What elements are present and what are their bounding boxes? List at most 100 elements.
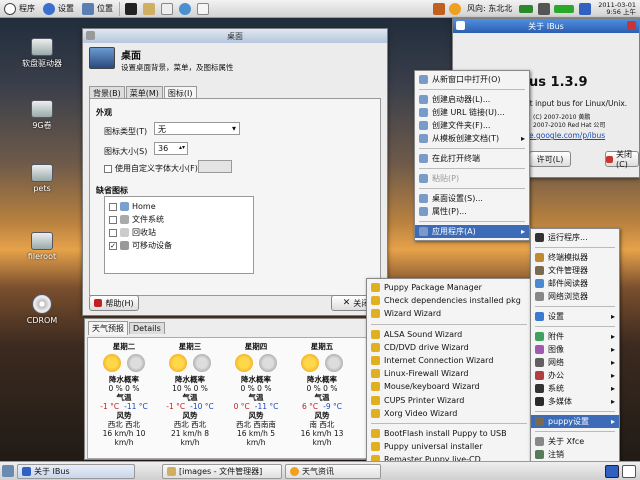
menu-item[interactable]: Check dependencies installed pkg: [367, 294, 531, 307]
tab-details[interactable]: Details: [129, 322, 165, 334]
home-icon[interactable]: [143, 2, 155, 15]
menu-item[interactable]: 从模板创建文档(T) ▸: [415, 132, 529, 145]
list-item[interactable]: 回收站: [109, 226, 249, 239]
desktop-icon-cdrom[interactable]: CDROM: [10, 294, 74, 325]
menu-item[interactable]: 附件 ▸: [531, 330, 619, 343]
volume-icon[interactable]: [538, 2, 551, 15]
home-icon: [120, 202, 129, 211]
tray-icon[interactable]: [432, 2, 445, 15]
menu-item[interactable]: 创建文件夹(F)...: [415, 119, 529, 132]
menu-separator: [535, 247, 615, 248]
menu-item[interactable]: 图像 ▸: [531, 343, 619, 356]
menu-item[interactable]: 终端模拟器: [531, 251, 619, 264]
desktop-icon-pets[interactable]: pets: [10, 164, 74, 193]
menu-item[interactable]: 在此打开终端: [415, 152, 529, 165]
menu-item[interactable]: 设置 ▸: [531, 310, 619, 323]
menu-item[interactable]: Wizard Wizard: [367, 307, 531, 320]
wind-direction-text: 风向: 东北北: [466, 4, 513, 13]
menu-item[interactable]: 网络浏览器: [531, 290, 619, 303]
temp-values: -1 °C -10 °C: [162, 402, 218, 411]
ibus-version: us 1.3.9: [529, 75, 588, 90]
menu-item[interactable]: ALSA Sound Wizard: [367, 328, 531, 341]
menu-item[interactable]: CD/DVD drive Wizard: [367, 341, 531, 354]
terminal-icon[interactable]: [125, 2, 137, 15]
menu-item[interactable]: BootFlash install Puppy to USB: [367, 427, 531, 440]
menu-item[interactable]: 多媒体 ▸: [531, 395, 619, 408]
desktop-settings-window: 桌面 桌面 设置桌面背景，菜单，及图标属性 背景(B) 菜单(M) 图标(I) 外观…: [82, 28, 388, 316]
workspace-2-icon[interactable]: [622, 464, 636, 478]
wind-label: 风势: [182, 411, 198, 420]
menu-item-label: 在此打开终端: [432, 154, 480, 163]
menu-item[interactable]: puppy设置 ▸: [531, 415, 619, 428]
close-icon[interactable]: [627, 21, 636, 30]
clock[interactable]: 2011-03-01 9:56 上午: [598, 1, 636, 16]
menu-item[interactable]: 注销: [531, 448, 619, 461]
font-size-spinner: [198, 160, 232, 173]
menu-item[interactable]: Linux-Firewall Wizard: [367, 367, 531, 380]
menu-item[interactable]: Puppy universal installer: [367, 440, 531, 453]
help-button[interactable]: 帮助(H): [89, 295, 139, 311]
menu-item-icon: [535, 397, 544, 406]
menu-item[interactable]: 应用程序(A) ▸: [415, 225, 529, 238]
window-menu-icon[interactable]: [86, 31, 95, 40]
taskbar-item-weather[interactable]: 天气资讯: [285, 463, 381, 479]
programs-menu-button[interactable]: 程序: [0, 0, 39, 18]
chevron-down-icon: ▾: [231, 124, 236, 133]
menu-item[interactable]: CUPS Printer Wizard: [367, 394, 531, 407]
list-item[interactable]: 文件系统: [109, 213, 249, 226]
drive-icon: [120, 215, 129, 224]
icon-type-select[interactable]: 无 ▾: [154, 122, 240, 135]
list-item[interactable]: Home: [109, 200, 249, 213]
settings-menu-button[interactable]: 设置: [39, 0, 78, 18]
desktop-icon-floppy[interactable]: 软盘驱动器: [10, 38, 74, 69]
list-item[interactable]: ✓ 可移动设备: [109, 239, 249, 252]
wind-speed: 16 km/h 10 km/h: [102, 429, 146, 447]
workspace-1-icon[interactable]: [605, 464, 619, 478]
menu-item-label: Wizard Wizard: [384, 309, 442, 319]
taskbar-item-ibus[interactable]: 关于 IBus: [17, 463, 135, 479]
taskbar-item-file-manager[interactable]: [images - 文件管理器]: [162, 463, 282, 479]
desktop-icon-volume[interactable]: 9G卷: [10, 100, 74, 131]
menu-item-label: 设置: [548, 312, 564, 321]
menu-item[interactable]: 系统 ▸: [531, 382, 619, 395]
temp-high: -10 °C: [190, 402, 214, 411]
browser-icon[interactable]: [179, 2, 191, 15]
tab-forecast[interactable]: 天气预报: [88, 321, 128, 335]
license-button[interactable]: 许可(L): [529, 151, 571, 167]
menu-item[interactable]: 邮件阅读器: [531, 277, 619, 290]
menu-item[interactable]: Xorg Video Wizard: [367, 407, 531, 420]
menu-item-icon: [419, 75, 428, 84]
menu-item[interactable]: 文件管理器: [531, 264, 619, 277]
places-menu-button[interactable]: 位置: [78, 0, 117, 18]
menu-item[interactable]: Mouse/keyboard Wizard: [367, 380, 531, 393]
menu-item[interactable]: Puppy Package Manager: [367, 281, 531, 294]
icon-size-spinner[interactable]: 36 ▴▾: [154, 142, 188, 155]
menu-item[interactable]: 网络 ▸: [531, 356, 619, 369]
menu-item[interactable]: 从新窗口中打开(O): [415, 73, 529, 86]
ibus-website-link[interactable]: e.google.com/p/ibus: [529, 131, 605, 140]
custom-font-size-checkbox[interactable]: 使用自定义字体大小(F): [104, 163, 198, 174]
menu-item[interactable]: Internet Connection Wizard: [367, 354, 531, 367]
menu-item-icon: [371, 428, 380, 438]
menu-item-label: 办公: [548, 371, 564, 380]
ibus-close-button[interactable]: 关闭(C): [605, 150, 639, 169]
mail-icon[interactable]: [161, 2, 173, 15]
editor-icon[interactable]: [197, 2, 209, 15]
network-icon[interactable]: [519, 4, 534, 13]
window-menu-icon[interactable]: [456, 21, 465, 30]
menu-item[interactable]: 运行程序...: [531, 231, 619, 244]
menu-item[interactable]: 关于 Xfce: [531, 435, 619, 448]
show-desktop-icon[interactable]: [2, 465, 14, 477]
menu-item[interactable]: 属性(P)...: [415, 205, 529, 218]
list-item-label: Home: [132, 202, 156, 211]
menu-item[interactable]: 创建 URL 链接(U)...: [415, 106, 529, 119]
info-icon[interactable]: [579, 2, 592, 15]
folder-icon: [167, 466, 176, 476]
menu-item-icon: [535, 312, 544, 321]
desktop-icon-fileroot[interactable]: fileroot: [10, 232, 74, 261]
menu-item[interactable]: 桌面设置(S)...: [415, 192, 529, 205]
menu-item-icon: [419, 174, 428, 183]
menu-item-label: 桌面设置(S)...: [432, 194, 483, 203]
menu-item[interactable]: 创建启动器(L)...: [415, 93, 529, 106]
menu-item[interactable]: 办公 ▸: [531, 369, 619, 382]
